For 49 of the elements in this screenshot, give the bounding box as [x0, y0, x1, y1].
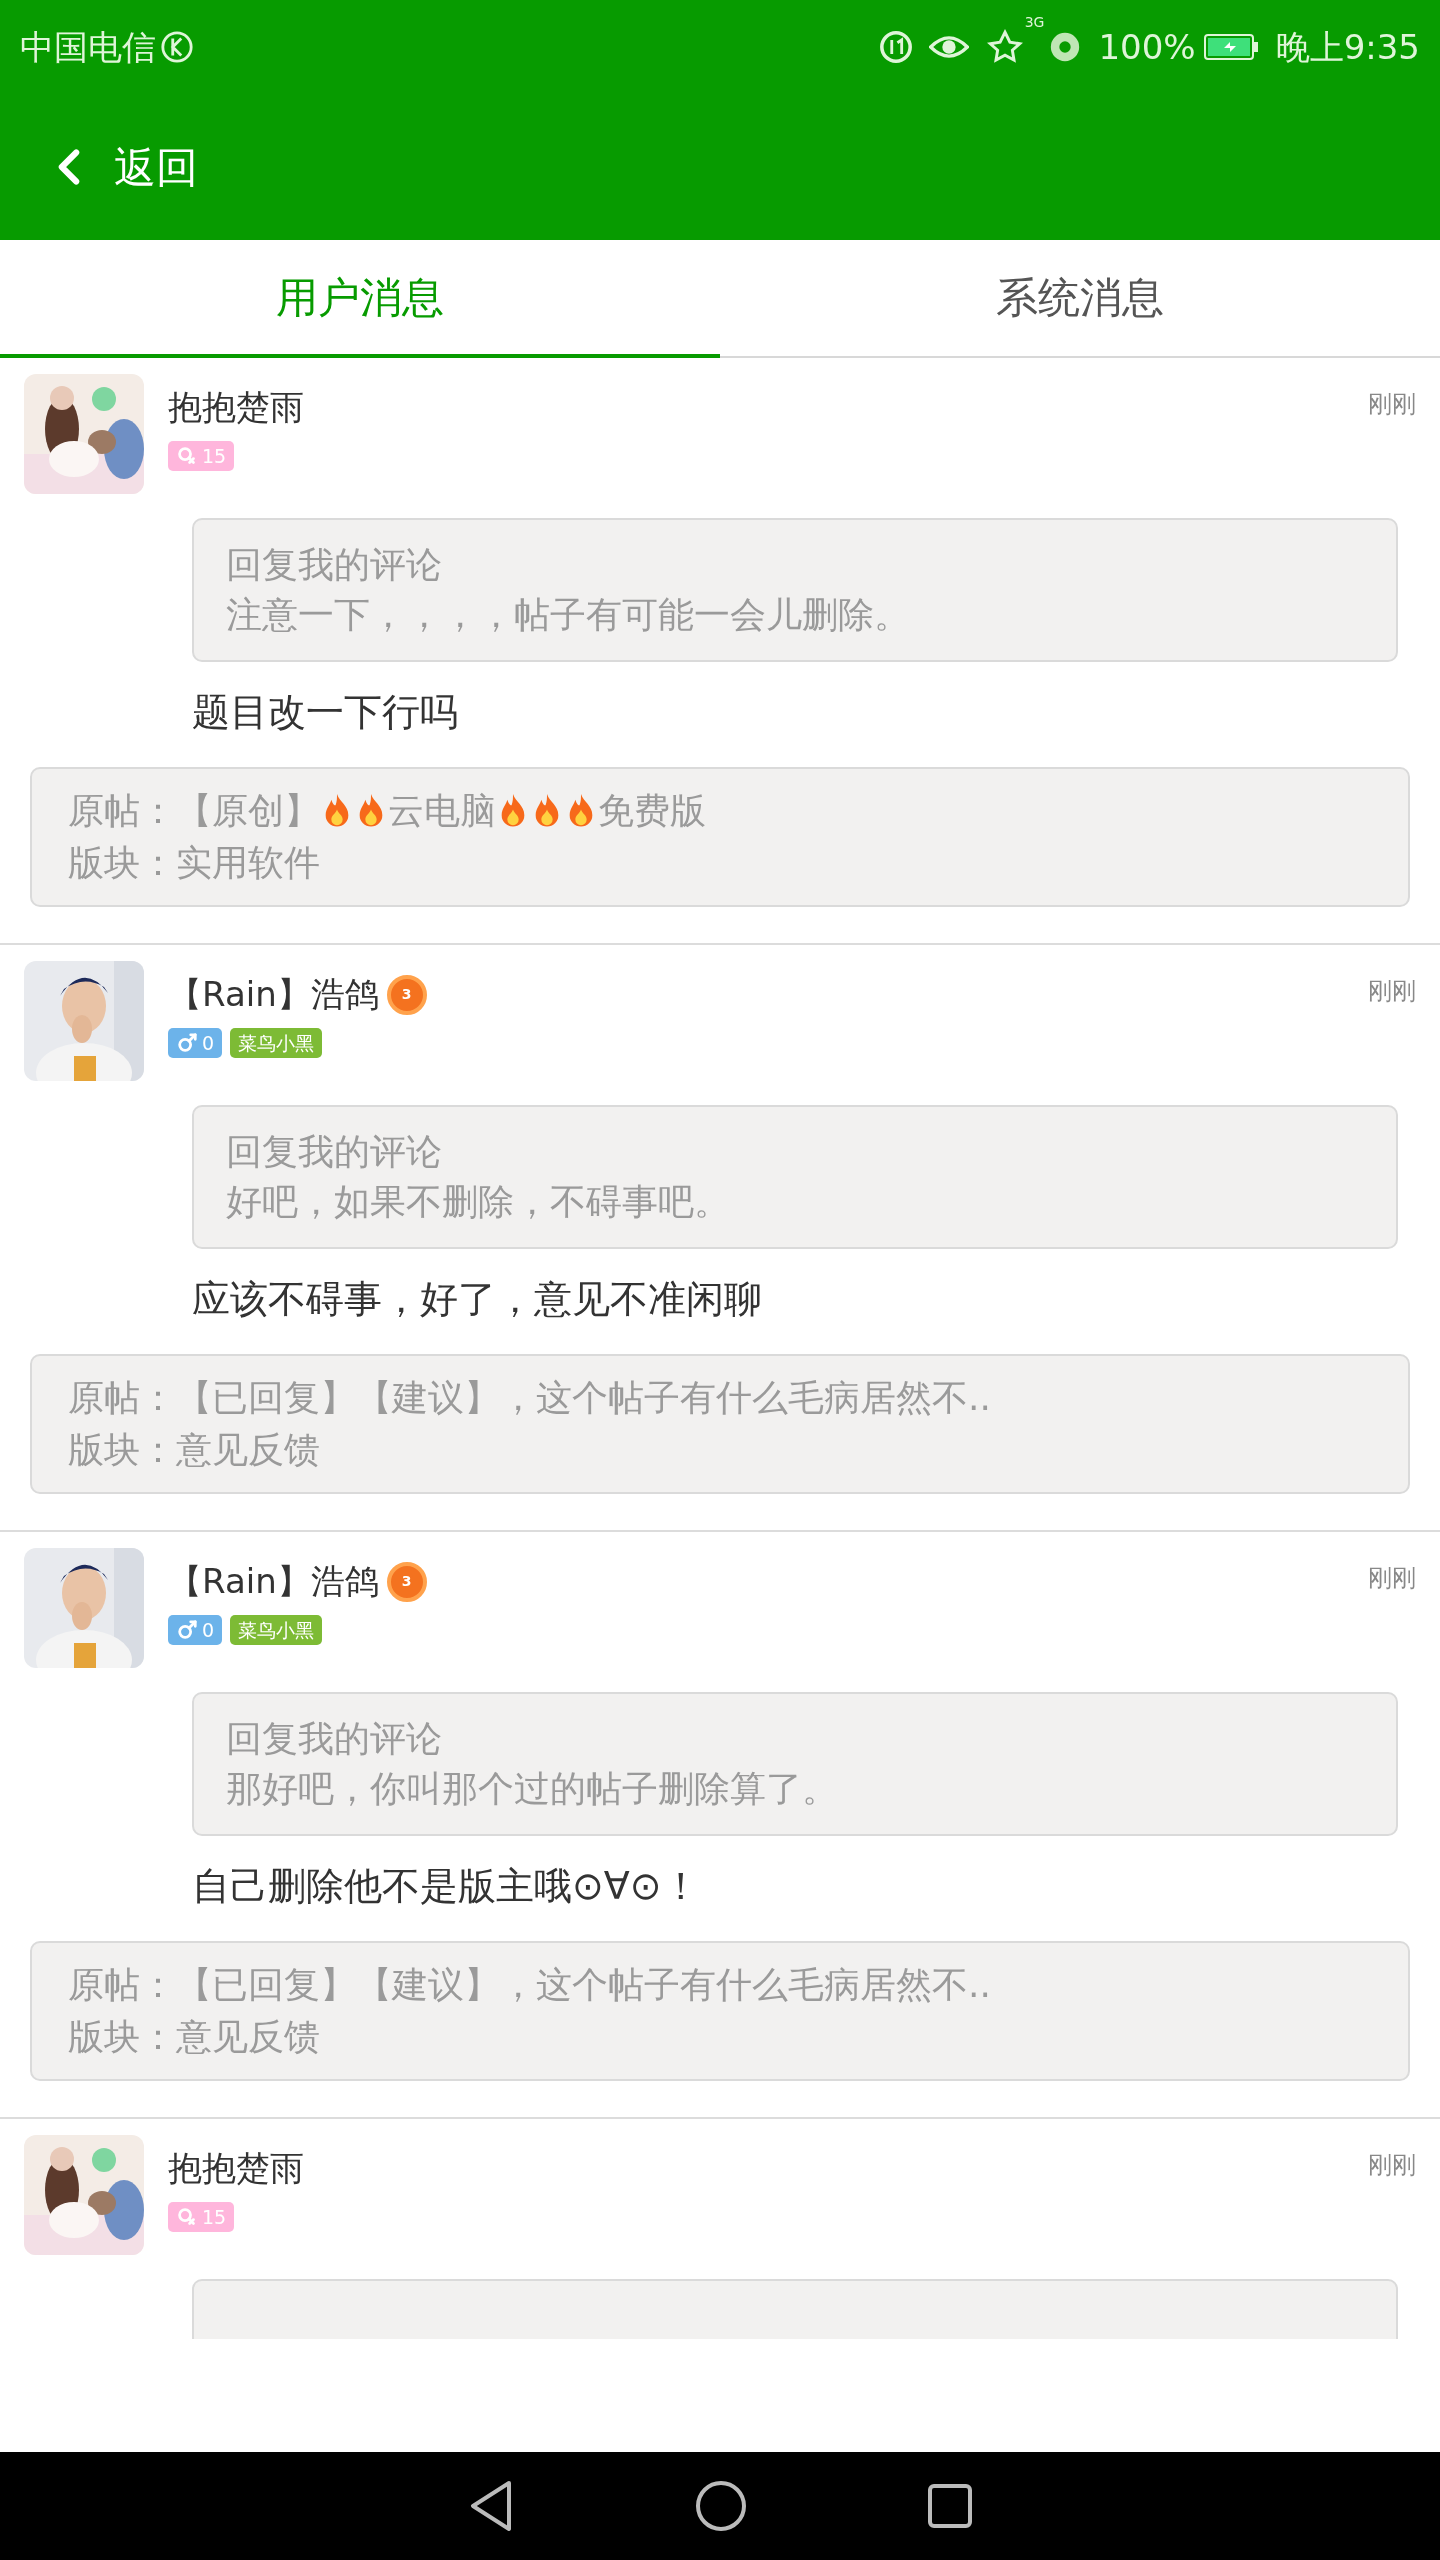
- post-title: 原帖：【原创】: [68, 789, 320, 833]
- user-name: 抱抱楚雨: [168, 2147, 304, 2190]
- data-saver-icon: [878, 30, 913, 64]
- post-title: 原帖：【已回复】【建议】，这个帖子有什么毛病居然不..: [68, 1376, 991, 1420]
- back-button[interactable]: 返回: [40, 135, 198, 199]
- medal-icon: 3: [386, 974, 427, 1015]
- message-time: 刚刚: [1368, 976, 1416, 1007]
- level-number: 0: [202, 1617, 215, 1643]
- post-title: 云电脑: [388, 789, 496, 833]
- board-name: 版块：意见反馈: [68, 2015, 321, 2059]
- level-number: 15: [202, 443, 227, 469]
- battery-icon: [1203, 33, 1260, 61]
- message-time: 刚刚: [1368, 2150, 1416, 2181]
- user-name: 【Rain】浩鸽: [168, 973, 379, 1016]
- reply-text: 应该不碍事，好了，意见不准闲聊: [192, 1276, 763, 1323]
- rank-tag: 菜鸟小黑: [230, 1615, 323, 1645]
- male-icon: [176, 1032, 198, 1054]
- quote-text: 好吧，如果不删除，不碍事吧。: [226, 1180, 731, 1224]
- k-circle-icon: [160, 30, 194, 64]
- post-title: 原帖：【已回复】【建议】，这个帖子有什么毛病居然不..: [68, 1963, 991, 2007]
- user-name: 【Rain】浩鸽: [168, 1560, 379, 1603]
- message-time: 刚刚: [1368, 1563, 1416, 1594]
- home-circle-icon[interactable]: [695, 2480, 747, 2532]
- level-number: 0: [202, 1030, 215, 1056]
- rank-tag: 菜鸟小黑: [230, 1028, 323, 1058]
- male-icon: [176, 1619, 198, 1641]
- level-number: 15: [202, 2204, 227, 2230]
- battery-percent: 100%: [1098, 25, 1196, 69]
- quote-label: 回复我的评论: [226, 1717, 443, 1761]
- clock-time: 晚上9:35: [1275, 25, 1420, 69]
- board-name: 版块：实用软件: [68, 841, 321, 885]
- quote-text: 注意一下，，，，帖子有可能一会儿删除。: [226, 593, 911, 637]
- reply-text: 自己删除他不是版主哦⊙∀⊙！: [192, 1863, 701, 1910]
- reply-text: 题目改一下行吗: [192, 689, 459, 736]
- user-name: 抱抱楚雨: [168, 386, 304, 429]
- quote-label: 回复我的评论: [226, 543, 443, 587]
- recents-square-icon[interactable]: [927, 2483, 973, 2529]
- carrier-name: 中国电信: [20, 25, 156, 69]
- message-time: 刚刚: [1368, 389, 1416, 420]
- tab[interactable]: 系统消息: [720, 240, 1440, 358]
- medal-icon: 3: [386, 1561, 427, 1602]
- board-name: 版块：意见反馈: [68, 1428, 321, 1472]
- original-post-card[interactable]: 原帖：【已回复】【建议】，这个帖子有什么毛病居然不.. 版块：意见反馈: [30, 1354, 1410, 1494]
- quote-label: 回复我的评论: [226, 1130, 443, 1174]
- quote-text: 那好吧，你叫那个过的帖子删除算了。: [226, 1767, 839, 1811]
- post-title: 免费版: [598, 789, 706, 833]
- original-post-card[interactable]: 原帖：【原创】 云电脑 免费版 版块：实用软件: [30, 767, 1410, 907]
- network-type: 3G: [1024, 13, 1045, 32]
- original-post-card[interactable]: 原帖：【已回复】【建议】，这个帖子有什么毛病居然不.. 版块：意见反馈: [30, 1941, 1410, 2081]
